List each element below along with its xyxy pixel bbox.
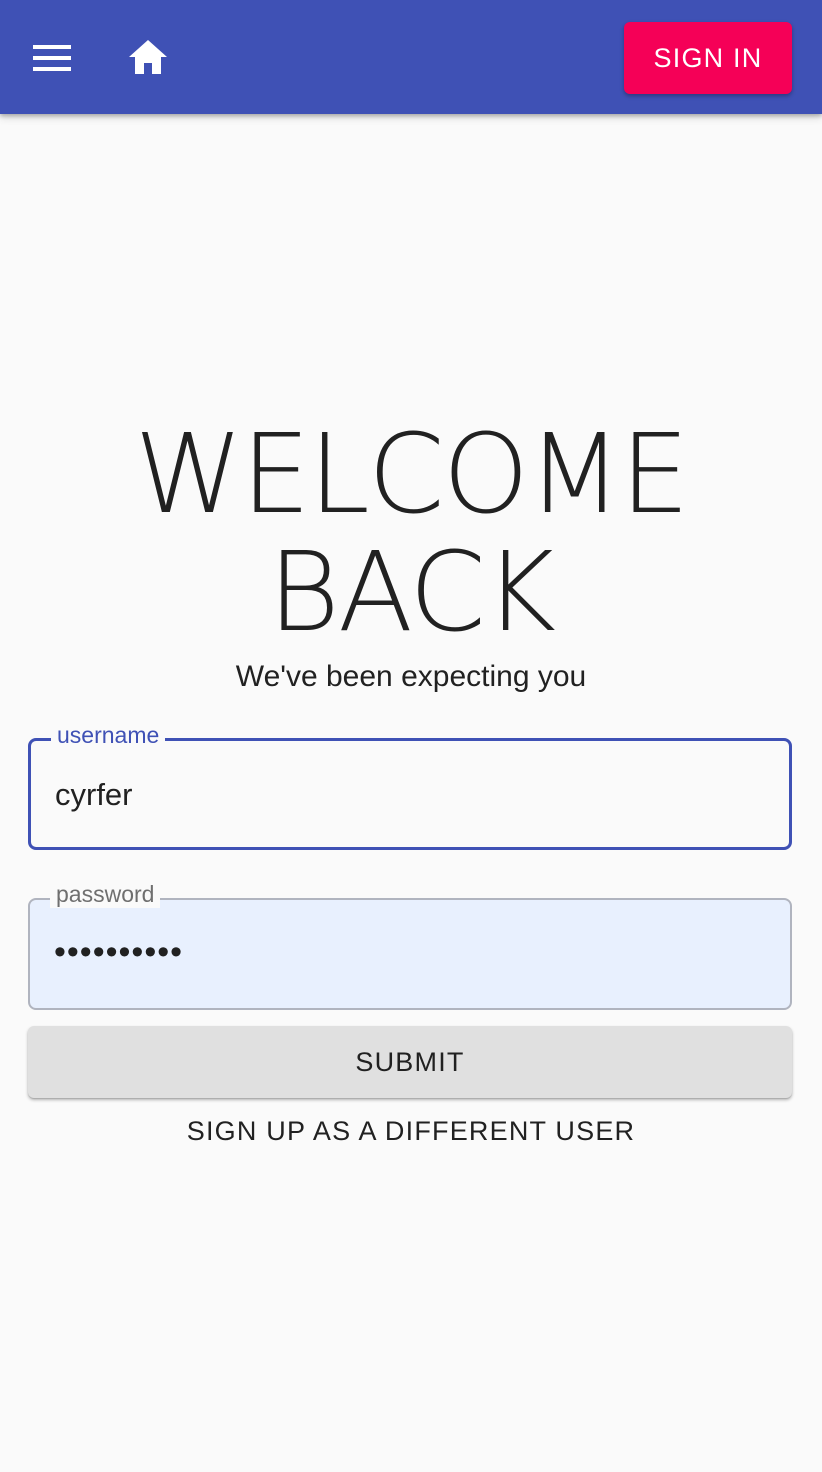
password-label: password bbox=[50, 880, 161, 908]
menu-button[interactable] bbox=[24, 33, 80, 83]
username-input[interactable] bbox=[55, 773, 755, 817]
username-field[interactable]: username bbox=[28, 721, 792, 850]
password-input[interactable] bbox=[54, 930, 754, 974]
home-icon bbox=[129, 40, 167, 74]
hamburger-menu-icon bbox=[33, 45, 71, 71]
submit-button[interactable]: SUBMIT bbox=[28, 1026, 792, 1098]
page-title: WELCOME BACK bbox=[0, 415, 822, 651]
title-line-1: WELCOME bbox=[134, 410, 689, 538]
username-label: username bbox=[51, 721, 166, 749]
sign-in-button[interactable]: SIGN IN bbox=[624, 22, 792, 94]
app-bar: SIGN IN bbox=[0, 0, 822, 114]
password-field[interactable]: password bbox=[28, 880, 792, 1010]
page-subtitle: We've been expecting you bbox=[235, 660, 587, 693]
sign-up-different-user-button[interactable]: SIGN UP AS A DIFFERENT USER bbox=[0, 1116, 822, 1147]
title-line-2: BACK bbox=[267, 528, 556, 656]
home-button[interactable] bbox=[118, 33, 178, 83]
app-root: SIGN IN WELCOME BACK We've been expectin… bbox=[0, 0, 822, 1472]
